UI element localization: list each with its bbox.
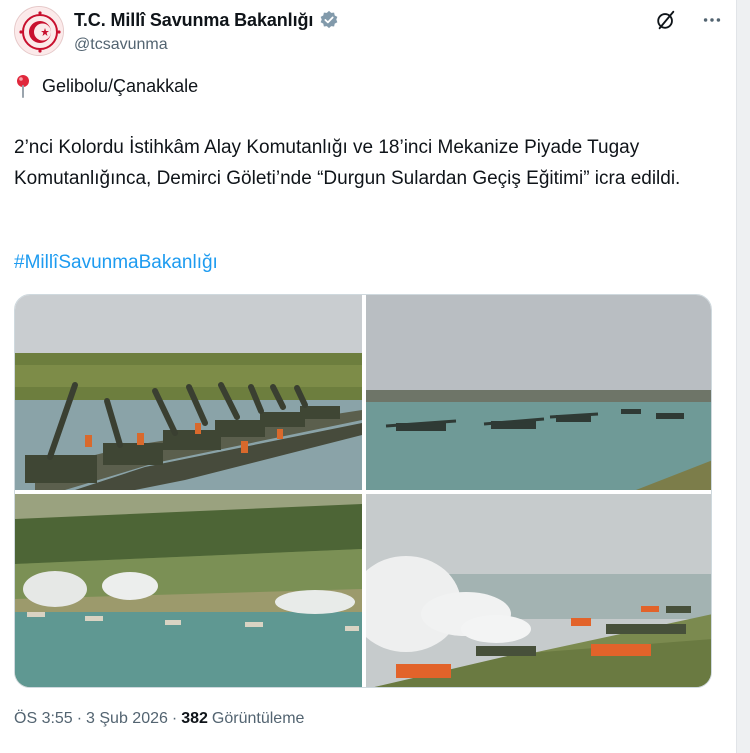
media-photo-3[interactable] xyxy=(15,494,362,687)
media-grid xyxy=(14,294,712,688)
top-actions xyxy=(654,8,724,32)
grok-icon[interactable] xyxy=(654,8,678,32)
post-header: T.C. Millî Savunma Bakanlığı @tcsavunma xyxy=(14,4,724,60)
meta-separator: · xyxy=(76,710,83,727)
location-line: Gelibolu/Çanakkale xyxy=(14,74,198,98)
post-date[interactable]: 3 Şub 2026 xyxy=(86,710,168,728)
name-row: T.C. Millî Savunma Bakanlığı xyxy=(74,8,339,32)
media-photo-1[interactable] xyxy=(15,295,362,490)
location-text: Gelibolu/Çanakkale xyxy=(42,75,199,96)
meta-separator: · xyxy=(171,710,178,727)
verified-badge-icon xyxy=(319,10,339,30)
post-card: T.C. Millî Savunma Bakanlığı @tcsavunma xyxy=(0,0,750,753)
views-count: 382 xyxy=(181,710,208,727)
media-photo-2[interactable] xyxy=(366,295,711,490)
display-name[interactable]: T.C. Millî Savunma Bakanlığı xyxy=(74,10,313,31)
media-photo-4[interactable] xyxy=(366,494,711,687)
post-time[interactable]: ÖS 3:55 xyxy=(14,710,73,728)
post-text: 2’nci Kolordu İstihkâm Alay Komutanlığı … xyxy=(14,137,681,189)
location-pin-icon xyxy=(14,74,32,98)
handle[interactable]: @tcsavunma xyxy=(74,36,168,54)
post-meta: ÖS 3:55 · 3 Şub 2026 · 382 Görüntüleme xyxy=(14,710,304,728)
scroll-edge xyxy=(736,0,750,753)
avatar[interactable] xyxy=(14,6,64,56)
more-icon[interactable] xyxy=(700,8,724,32)
ministry-emblem-icon xyxy=(16,8,63,55)
hashtag-link[interactable]: #MillîSavunmaBakanlığı xyxy=(14,252,218,274)
views-label: Görüntüleme xyxy=(211,710,305,727)
